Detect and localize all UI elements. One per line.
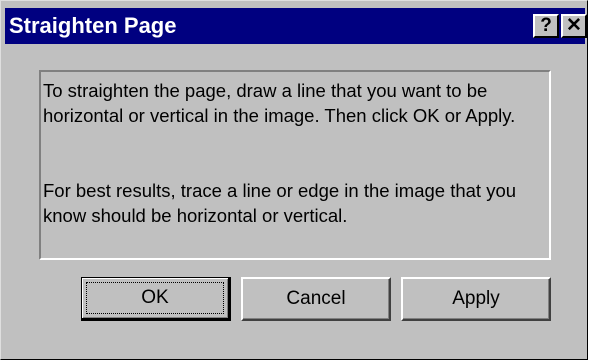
close-icon: ✕	[566, 15, 582, 36]
close-button[interactable]: ✕	[561, 14, 587, 38]
ok-button-label: OK	[141, 287, 169, 308]
instructions-group: To straighten the page, draw a line that…	[39, 70, 551, 260]
help-button[interactable]: ?	[533, 14, 559, 38]
title-bar[interactable]: Straighten Page ? ✕	[5, 8, 587, 44]
cancel-button[interactable]: Cancel	[241, 277, 391, 321]
help-icon: ?	[540, 15, 552, 36]
instruction-text: To straighten the page, draw a line that…	[43, 80, 516, 126]
apply-button-label: Apply	[452, 288, 500, 309]
straighten-page-dialog: Straighten Page ? ✕ To straighten the pa…	[0, 0, 588, 360]
ok-button[interactable]: OK	[81, 277, 231, 321]
dialog-title: Straighten Page	[9, 13, 177, 38]
tip-text: For best results, trace a line or edge i…	[43, 180, 517, 226]
apply-button[interactable]: Apply	[401, 277, 551, 321]
cancel-button-label: Cancel	[286, 288, 346, 309]
